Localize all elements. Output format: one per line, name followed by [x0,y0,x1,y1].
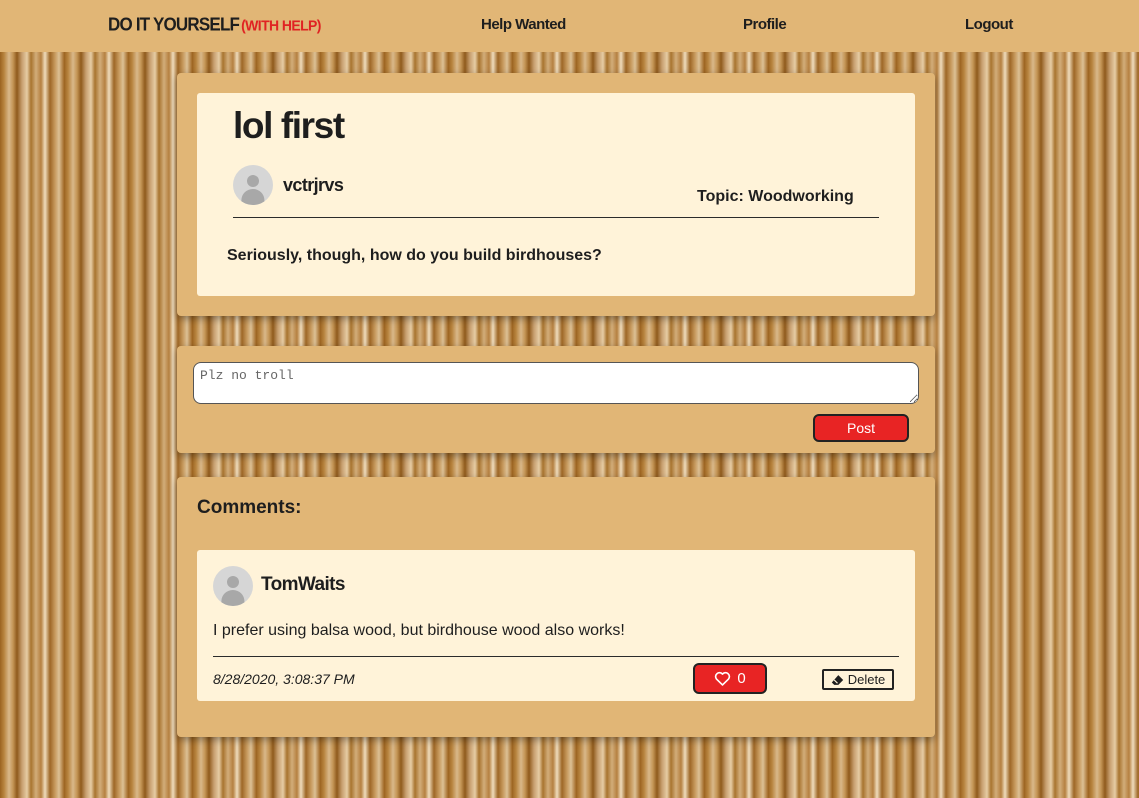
heart-icon [715,671,731,686]
default-avatar-icon [213,566,253,606]
comment-input[interactable] [193,362,919,404]
comment-author[interactable]: TomWaits [261,574,345,596]
comment-text: I prefer using balsa wood, but birdhouse… [213,622,625,639]
comment-item: TomWaits I prefer using balsa wood, but … [197,550,915,701]
post-author[interactable]: vctrjrvs [283,175,344,196]
comments-heading: Comments: [197,497,302,518]
brand-logo[interactable]: DO IT YOURSELF (WITH HELP) [108,14,321,36]
comments-card: Comments: TomWaits I prefer using balsa … [177,477,935,737]
default-avatar-icon [233,165,273,205]
nav-link-profile[interactable]: Profile [743,16,787,33]
divider [213,656,899,657]
post-topic: Topic: Woodworking [697,188,854,205]
divider [233,217,879,218]
navbar: DO IT YOURSELF (WITH HELP) Help Wanted Pr… [0,0,1139,52]
post-title: lol first [233,105,345,146]
delete-comment-button[interactable]: Delete [822,669,894,690]
brand-subtitle: (WITH HELP) [241,16,321,34]
nav-link-help-wanted[interactable]: Help Wanted [481,16,566,33]
like-button[interactable]: 0 [693,663,767,694]
nav-link-logout[interactable]: Logout [965,16,1013,33]
post-content: lol first vctrjrvs Topic: Woodworking Se… [197,93,915,296]
brand-title: DO IT YOURSELF [108,14,240,35]
comment-timestamp: 8/28/2020, 3:08:37 PM [213,671,355,687]
like-count: 0 [737,670,746,687]
post-card: lol first vctrjrvs Topic: Woodworking Se… [177,73,935,316]
eraser-icon [831,674,843,685]
delete-label: Delete [847,672,886,687]
post-comment-button[interactable]: Post [813,414,909,442]
post-body: Seriously, though, how do you build bird… [227,247,602,264]
comment-form-card: Post [177,346,935,453]
